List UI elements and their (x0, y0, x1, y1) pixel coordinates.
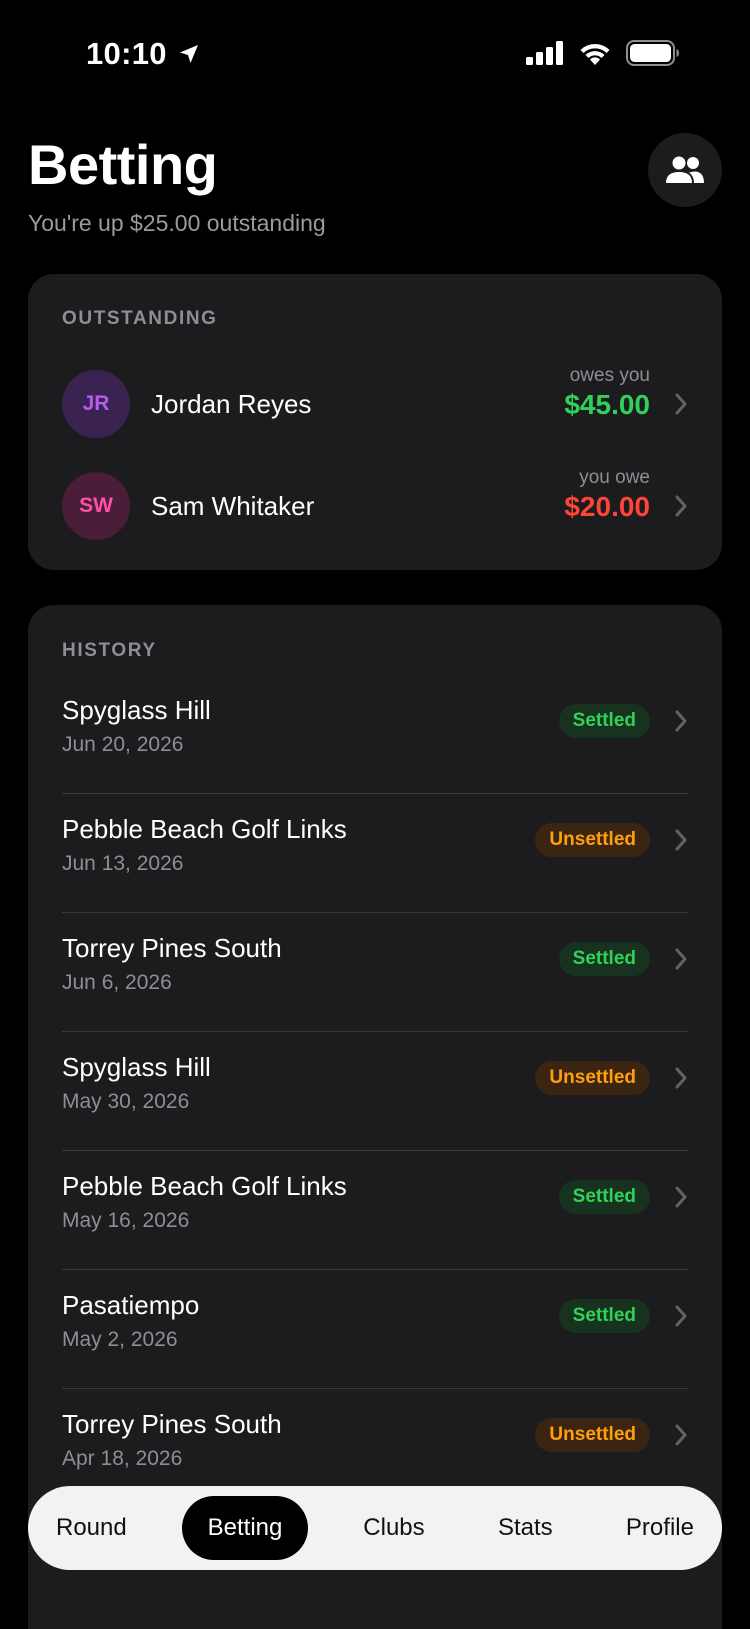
person-name: Sam Whitaker (151, 491, 315, 521)
tab-bar: Round Betting Clubs Stats Profile (28, 1486, 722, 1570)
chevron-right-icon (675, 1067, 687, 1089)
history-course: Pebble Beach Golf Links (62, 814, 347, 844)
history-date: Jun 13, 2026 (62, 852, 184, 875)
chevron-right-icon (675, 495, 687, 517)
status-badge: Settled (558, 1299, 650, 1333)
status-badge: Unsettled (535, 1061, 650, 1095)
chevron-right-icon (675, 1305, 687, 1327)
history-date: May 16, 2026 (62, 1209, 190, 1232)
amount-group: owes you $45.00 (564, 365, 650, 421)
history-course: Torrey Pines South (62, 933, 282, 963)
chevron-right-icon (675, 1186, 687, 1208)
history-row[interactable]: Pebble Beach Golf Links May 16, 2026 Settl… (62, 1151, 688, 1270)
history-date: Apr 18, 2026 (62, 1447, 183, 1470)
chevron-right-icon (675, 710, 687, 732)
history-row[interactable]: Spyglass Hill Jun 20, 2026 Settled (62, 675, 688, 794)
chevron-right-icon (675, 829, 687, 851)
amount-value: $45.00 (564, 389, 650, 420)
status-time-group: 10:10 (86, 36, 201, 72)
amount-value: $20.00 (564, 491, 650, 522)
amount-caption: you owe (579, 467, 650, 488)
history-date: Jun 20, 2026 (62, 733, 184, 756)
page-subtitle: You're up $25.00 outstanding (28, 210, 326, 236)
history-row[interactable]: Pebble Beach Golf Links Jun 13, 2026 Unset… (62, 794, 688, 913)
people-icon (666, 156, 704, 183)
outstanding-row-sam[interactable]: SW Sam Whitaker you owe $20.00 (28, 461, 722, 551)
history-course: Pasatiempo (62, 1290, 200, 1320)
history-row[interactable]: Pasatiempo May 2, 2026 Settled (62, 1270, 688, 1389)
history-course: Pebble Beach Golf Links (62, 1171, 347, 1201)
tab-round[interactable]: Round (38, 1496, 145, 1560)
status-badge: Settled (558, 704, 650, 738)
history-row[interactable]: Torrey Pines South Jun 6, 2026 Settled (62, 913, 688, 1032)
avatar-initials: SW (79, 494, 113, 517)
wifi-icon (580, 43, 610, 65)
status-badge: Unsettled (535, 1418, 650, 1452)
page-title: Betting (28, 133, 218, 196)
people-button[interactable] (648, 133, 722, 207)
history-card: HISTORY Spyglass Hill Jun 20, 2026 Settled… (28, 605, 722, 1629)
outstanding-row-jordan[interactable]: JR Jordan Reyes owes you $45.00 (28, 359, 722, 449)
tab-stats[interactable]: Stats (480, 1496, 571, 1560)
outstanding-label: OUTSTANDING (62, 308, 218, 329)
tab-profile[interactable]: Profile (608, 1496, 712, 1560)
chevron-right-icon (675, 948, 687, 970)
chevron-right-icon (675, 393, 687, 415)
tab-betting[interactable]: Betting (182, 1496, 309, 1560)
history-label: HISTORY (62, 640, 157, 661)
history-course: Spyglass Hill (62, 1052, 211, 1082)
location-arrow-icon (179, 45, 198, 63)
amount-caption: owes you (569, 365, 650, 386)
status-indicators (526, 40, 680, 66)
battery-icon (626, 40, 679, 66)
history-row[interactable]: Spyglass Hill May 30, 2026 Unsettled (62, 1032, 688, 1151)
tab-clubs[interactable]: Clubs (345, 1496, 442, 1560)
history-date: May 30, 2026 (62, 1090, 190, 1113)
status-badge: Settled (558, 1180, 650, 1214)
history-date: Jun 6, 2026 (62, 971, 172, 994)
betting-screen: 10:10 Betting You're up $25.00 outstandi… (0, 0, 750, 1629)
amount-group: you owe $20.00 (564, 467, 650, 523)
chevron-right-icon (675, 1424, 687, 1446)
avatar: JR (62, 370, 130, 438)
person-name: Jordan Reyes (151, 389, 312, 419)
cellular-signal-icon (526, 41, 563, 65)
outstanding-card: OUTSTANDING JR Jordan Reyes owes you $45… (28, 274, 722, 570)
status-bar: 10:10 (0, 0, 750, 110)
history-date: May 2, 2026 (62, 1328, 178, 1351)
avatar: SW (62, 472, 130, 540)
status-badge: Unsettled (535, 823, 650, 857)
avatar-initials: JR (82, 392, 110, 415)
status-time: 10:10 (86, 36, 167, 71)
history-course: Spyglass Hill (62, 695, 211, 725)
history-course: Torrey Pines South (62, 1409, 282, 1439)
status-badge: Settled (558, 942, 650, 976)
